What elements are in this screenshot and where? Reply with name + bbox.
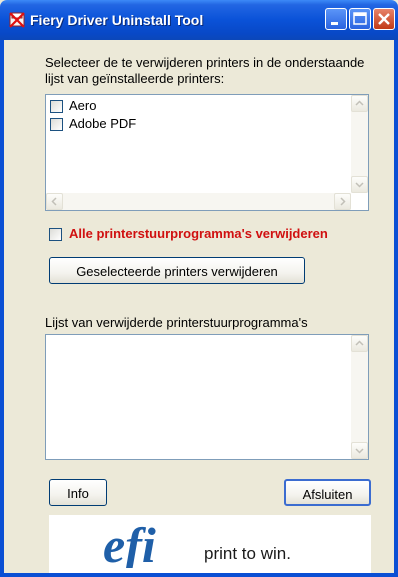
scroll-down-button[interactable]: [351, 176, 368, 193]
close-icon: [378, 13, 390, 25]
printer-list-vertical-scrollbar[interactable]: [351, 95, 368, 193]
minimize-button[interactable]: [325, 8, 347, 30]
printer-checkbox[interactable]: [50, 118, 63, 131]
maximize-icon: [353, 12, 367, 25]
instructions-text: Selecteer de te verwijderen printers in …: [45, 55, 365, 86]
window-frame-bottom: [0, 573, 398, 577]
remove-all-label[interactable]: Alle printerstuurprogramma's verwijderen: [69, 226, 328, 241]
minimize-icon: [331, 22, 338, 25]
scroll-left-button[interactable]: [46, 193, 63, 210]
remove-selected-button[interactable]: Geselecteerde printers verwijderen: [49, 257, 305, 284]
remove-all-checkbox[interactable]: [49, 228, 62, 241]
scroll-up-button[interactable]: [351, 335, 368, 352]
close-app-button[interactable]: Afsluiten: [284, 479, 371, 506]
maximize-button[interactable]: [349, 8, 371, 30]
window-frame-left: [0, 40, 4, 577]
chevron-down-icon: [355, 182, 364, 188]
window-frame-right: [394, 40, 398, 577]
efi-logo-banner: efi print to win.: [49, 515, 371, 573]
scroll-right-button[interactable]: [334, 193, 351, 210]
fiery-app-icon: [9, 12, 25, 28]
scroll-down-button[interactable]: [351, 442, 368, 459]
svg-text:efi: efi: [103, 522, 156, 568]
close-button[interactable]: [373, 8, 395, 30]
scroll-up-button[interactable]: [351, 95, 368, 112]
logo-tagline: print to win.: [204, 544, 291, 563]
printer-label: Adobe PDF: [69, 116, 137, 131]
chevron-up-icon: [355, 340, 364, 346]
info-button[interactable]: Info: [49, 479, 107, 506]
removed-drivers-label: Lijst van verwijderde printerstuurprogra…: [45, 315, 308, 330]
chevron-right-icon: [340, 197, 346, 206]
title-bar[interactable]: Fiery Driver Uninstall Tool: [0, 0, 398, 40]
printer-label: Aero: [69, 98, 97, 113]
efi-logo: efi: [103, 522, 156, 568]
removed-drivers-list[interactable]: [45, 334, 369, 460]
app-window: Fiery Driver Uninstall Tool Selecteer de…: [0, 0, 398, 577]
printer-list-horizontal-scrollbar[interactable]: [46, 193, 351, 210]
chevron-left-icon: [51, 197, 57, 206]
window-title: Fiery Driver Uninstall Tool: [30, 12, 204, 28]
removed-list-vertical-scrollbar[interactable]: [351, 335, 368, 459]
chevron-down-icon: [355, 448, 364, 454]
printer-checkbox[interactable]: [50, 100, 63, 113]
printer-list[interactable]: Aero Adobe PDF: [45, 94, 369, 211]
chevron-up-icon: [355, 100, 364, 106]
